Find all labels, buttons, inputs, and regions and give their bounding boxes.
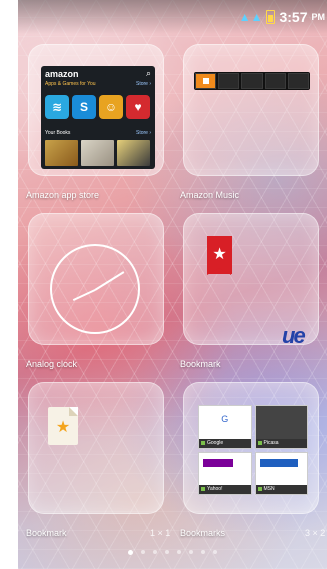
next-icon: [264, 73, 286, 89]
book-cover: [117, 140, 150, 166]
amazon-store-preview: amazon ⌕ Apps & Games for You Store › ≋ …: [41, 66, 155, 169]
page-dot[interactable]: [177, 550, 181, 554]
store-more-link-books: Store ›: [135, 130, 151, 136]
prev-icon: [218, 73, 240, 89]
iheart-icon: ♥: [126, 95, 150, 119]
book-cover: [45, 140, 78, 166]
widget-analog-clock[interactable]: [28, 213, 164, 345]
bookmark-ribbon-icon: ★: [207, 236, 232, 275]
status-bar: ▲▲ 3:57 PM: [18, 0, 327, 34]
amazon-logo: amazon: [45, 69, 79, 79]
page-dot[interactable]: [128, 550, 133, 555]
music-player-strip: [194, 72, 310, 90]
wallpaper-graphic: ue: [282, 323, 306, 348]
bookmarks-thumbnail-grid: G Google Picasa Yahoo! MSN: [198, 405, 308, 495]
section-books-title: Your Books: [45, 130, 71, 136]
shazam-icon: S: [72, 95, 96, 119]
widget-size: 1 × 1: [150, 528, 171, 538]
play-icon: [241, 73, 263, 89]
menu-icon: [287, 73, 310, 89]
widget-label: Amazon app store: [26, 190, 100, 200]
page-dot[interactable]: [165, 550, 169, 554]
widget-amazon-app-store[interactable]: amazon ⌕ Apps & Games for You Store › ≋ …: [28, 44, 164, 176]
app-tile-icon: ≋: [45, 95, 69, 119]
bookmark-thumb: MSN: [254, 451, 308, 495]
widget-label: Bookmark: [26, 528, 67, 538]
widget-size: 3 × 2: [305, 528, 326, 538]
game-app-icon: ☺: [99, 95, 123, 119]
widget-bookmark-file[interactable]: ★: [28, 382, 164, 514]
widget-bookmarks[interactable]: G Google Picasa Yahoo! MSN: [183, 382, 319, 514]
bookmark-thumb: Yahoo!: [198, 451, 252, 495]
page-indicator: [18, 550, 327, 555]
battery-icon: [266, 10, 276, 24]
section-apps-title: Apps & Games for You: [45, 81, 96, 87]
bookmark-file-icon: ★: [48, 407, 78, 445]
store-more-link: Store ›: [135, 81, 151, 87]
amazon-music-icon: [195, 73, 217, 89]
status-time-suffix: PM: [311, 12, 326, 22]
widget-label: Amazon Music: [180, 190, 240, 200]
status-time: 3:57: [279, 9, 308, 25]
bookmark-thumb: Picasa: [254, 405, 308, 449]
signal-icon: ▲▲: [238, 10, 263, 24]
widget-label: Analog clock: [26, 359, 78, 369]
widget-label: Bookmarks: [180, 528, 226, 538]
search-icon: ⌕: [145, 68, 151, 78]
widget-amazon-music[interactable]: [183, 44, 319, 176]
book-cover: [81, 140, 114, 166]
widget-label: Bookmark: [180, 359, 221, 369]
page-dot[interactable]: [201, 550, 205, 554]
bookmark-thumb: G Google: [198, 405, 252, 449]
widget-picker-screen: ▲▲ 3:57 PM amazon ⌕ Apps & Games for You…: [18, 0, 327, 569]
page-dot[interactable]: [213, 550, 217, 554]
analog-clock-icon: [50, 244, 140, 334]
page-dot[interactable]: [153, 550, 157, 554]
page-dot[interactable]: [189, 550, 193, 554]
page-dot[interactable]: [141, 550, 145, 554]
